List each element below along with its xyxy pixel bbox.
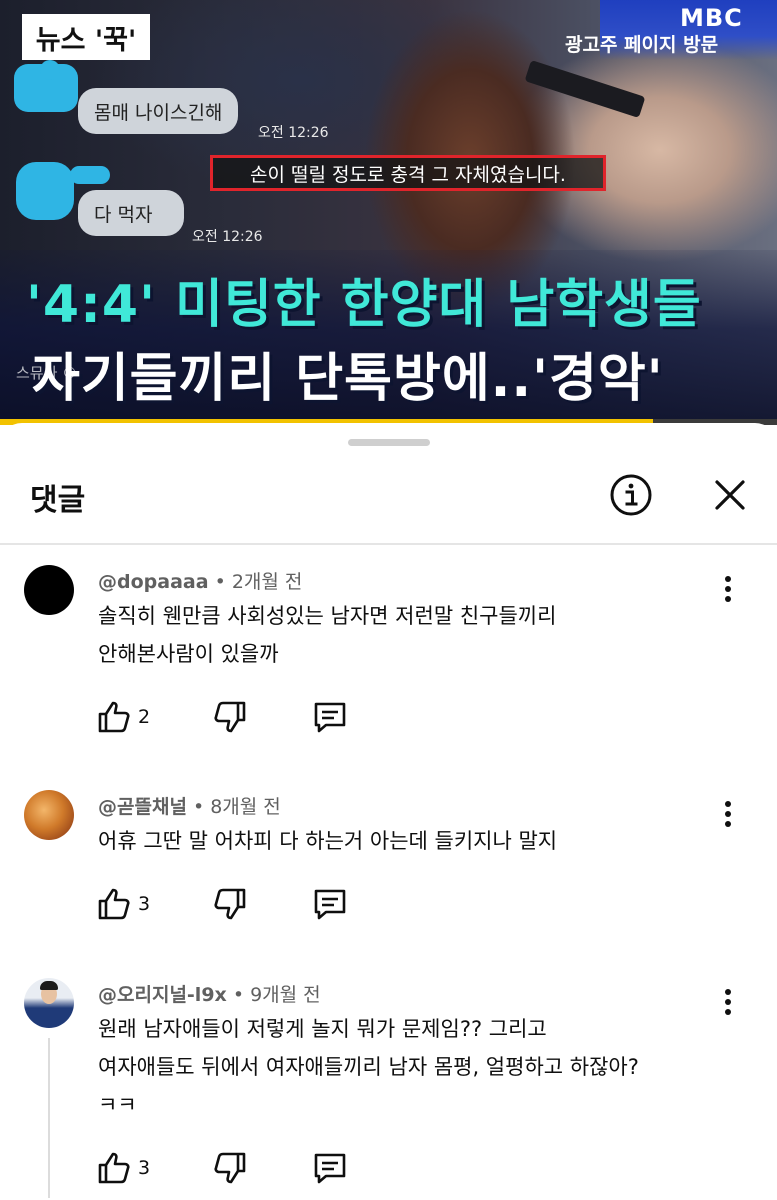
reply-button[interactable]	[312, 1148, 348, 1188]
chat-bubble: 다 먹자	[78, 190, 184, 236]
thumbs-up-icon	[98, 1152, 130, 1184]
comment-meta: @곧뜰채널 • 8개월 전	[98, 792, 281, 819]
thumbs-up-icon	[98, 701, 130, 733]
reply-icon	[314, 1153, 346, 1184]
blurred-avatar-part	[40, 60, 60, 80]
dislike-button[interactable]	[212, 1148, 248, 1188]
comment-text: 솔직히 웬만큼 사회성있는 남자면 저런말 친구들끼리 안해본사람이 있을까	[98, 604, 557, 666]
comment-time: 9개월 전	[250, 984, 321, 1006]
sheet-divider	[0, 543, 777, 545]
reply-button[interactable]	[312, 697, 348, 737]
chat-timestamp: 오전 12:26	[258, 125, 329, 141]
comment-author[interactable]: @오리지널-l9x	[98, 984, 227, 1006]
info-icon	[610, 474, 652, 516]
avatar[interactable]	[24, 565, 74, 615]
sheet-title: 댓글	[30, 483, 86, 518]
ad-visit-link[interactable]: 광고주 페이지 방문	[565, 30, 718, 57]
comment-author[interactable]: @곧뜰채널	[98, 796, 187, 818]
headline-line-1: '4:4' 미팅한 한양대 남학생들	[26, 275, 702, 335]
like-count: 3	[138, 893, 151, 915]
more-vert-icon	[725, 989, 731, 1015]
blurred-avatar	[16, 162, 74, 220]
thumbs-down-icon	[214, 1152, 246, 1184]
reply-icon	[314, 889, 346, 920]
reply-icon	[314, 702, 346, 733]
more-options-button[interactable]	[712, 982, 744, 1022]
chat-bubble: 몸매 나이스긴해	[78, 88, 239, 134]
headline-line-2: 자기들끼리 단톡방에..'경악'	[32, 349, 664, 409]
close-icon	[715, 480, 745, 510]
comment-text: 원래 남자애들이 저렇게 놀지 뭐가 문제임?? 그리고 여자애들도 뒤에서 여…	[98, 1017, 639, 1117]
more-vert-icon	[725, 801, 731, 827]
comments-sheet: 댓글 @dopaaaa • 2개월 전 솔직히 웬만큼 사회성있는 남자면 저런…	[0, 423, 777, 1198]
close-button[interactable]	[706, 471, 754, 519]
avatar[interactable]	[24, 790, 74, 840]
more-vert-icon	[725, 576, 731, 602]
like-count: 2	[138, 706, 151, 728]
info-button[interactable]	[607, 471, 655, 519]
avatar[interactable]	[24, 978, 74, 1028]
like-count: 3	[138, 1157, 151, 1179]
reply-thread-line	[48, 1038, 50, 1198]
comment-author[interactable]: @dopaaaa	[98, 571, 209, 593]
thumbs-down-icon	[214, 701, 246, 733]
quote-caption: 손이 떨릴 정도로 충격 그 자체였습니다.	[210, 155, 606, 191]
like-button[interactable]: 3	[96, 884, 150, 924]
avatar-hair	[40, 981, 58, 990]
news-badge: 뉴스 '꾹'	[22, 14, 150, 60]
meta-separator: •	[214, 571, 232, 593]
meta-separator: •	[232, 984, 251, 1006]
chat-timestamp: 오전 12:26	[192, 229, 263, 245]
comment-time: 8개월 전	[210, 796, 281, 818]
comment-meta: @오리지널-l9x • 9개월 전	[98, 980, 321, 1007]
dislike-button[interactable]	[212, 697, 248, 737]
blurred-avatar-part	[70, 166, 110, 184]
thumbs-up-icon	[98, 888, 130, 920]
dislike-button[interactable]	[212, 884, 248, 924]
comment-meta: @dopaaaa • 2개월 전	[98, 567, 302, 594]
drag-handle[interactable]	[348, 439, 430, 446]
comment-text: 어휴 그딴 말 어차피 다 하는거 아는데 들키지나 말지	[98, 829, 558, 853]
meta-separator: •	[192, 796, 211, 818]
like-button[interactable]: 3	[96, 1148, 150, 1188]
comment-time: 2개월 전	[231, 571, 303, 593]
thumbs-down-icon	[214, 888, 246, 920]
channel-logo: MBC	[680, 4, 743, 32]
more-options-button[interactable]	[712, 794, 744, 834]
more-options-button[interactable]	[712, 569, 744, 609]
reply-button[interactable]	[312, 884, 348, 924]
like-button[interactable]: 2	[96, 697, 150, 737]
video-player[interactable]: 뉴스 '꾹' MBC 광고주 페이지 방문 몸매 나이스긴해 오전 12:26 …	[0, 0, 777, 425]
watermark: 스뮤사 ©	[16, 364, 78, 382]
